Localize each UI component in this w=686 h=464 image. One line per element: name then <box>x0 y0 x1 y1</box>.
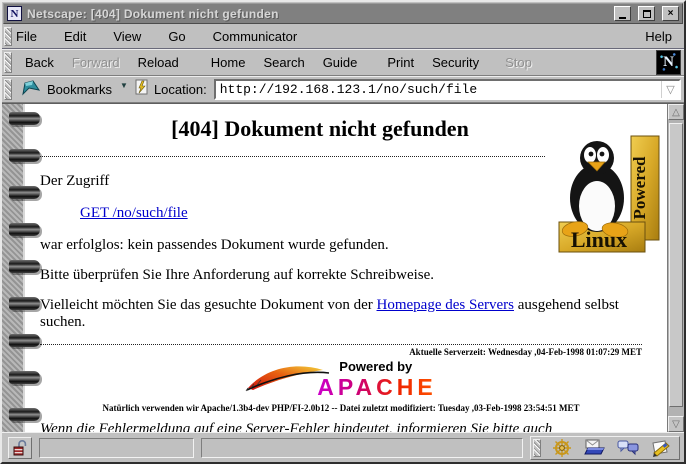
home-button[interactable]: Home <box>202 51 255 74</box>
url-field: ▽ <box>214 79 681 100</box>
maximize-icon <box>643 10 651 18</box>
open-lock-icon <box>13 440 27 456</box>
svg-text:Linux: Linux <box>571 227 627 252</box>
vertical-scrollbar[interactable]: △ ▽ <box>667 104 684 432</box>
menubar-grip[interactable] <box>4 27 12 46</box>
navigator-icon[interactable] <box>550 438 574 457</box>
menu-file[interactable]: File <box>16 26 37 47</box>
netscape-logo-icon[interactable]: N <box>656 50 681 75</box>
advice-text: Bitte überprüfen Sie Ihre Anforderung au… <box>40 267 667 284</box>
scrollbar-thumb[interactable] <box>669 123 683 407</box>
menu-go[interactable]: Go <box>168 26 185 47</box>
scrollbar-track[interactable] <box>669 121 683 415</box>
divider <box>40 156 545 157</box>
apache-wordmark: APACHE <box>317 374 436 401</box>
search-button[interactable]: Search <box>254 51 313 74</box>
server-time: Aktuelle Serverzeit: Wednesday ,04-Feb-1… <box>40 347 642 357</box>
page-proxy-icon[interactable] <box>134 79 149 100</box>
navigation-toolbar: Back Forward Reload Home Search Guide Pr… <box>2 49 684 76</box>
browser-viewport: [404] Dokument nicht gefunden Der Zugrif… <box>2 103 684 432</box>
netscape-window-icon: N <box>7 6 22 21</box>
reload-button[interactable]: Reload <box>129 51 188 74</box>
minimize-button[interactable] <box>614 6 631 21</box>
status-bar <box>2 432 684 462</box>
component-bar-grip[interactable] <box>533 439 541 457</box>
scroll-up-icon[interactable]: △ <box>668 104 684 120</box>
divider <box>40 344 642 345</box>
menu-communicator[interactable]: Communicator <box>213 26 298 47</box>
menu-edit[interactable]: Edit <box>64 26 86 47</box>
homepage-link[interactable]: Homepage des Servers <box>377 297 514 313</box>
bookmarks-dropdown-icon[interactable]: ▼ <box>120 81 128 90</box>
close-icon: × <box>668 8 674 19</box>
title-bar[interactable]: N Netscape: [404] Dokument nicht gefunde… <box>3 3 683 24</box>
mailbox-icon[interactable] <box>583 438 607 457</box>
print-button[interactable]: Print <box>378 51 423 74</box>
apache-powered-by: Powered by <box>339 359 436 374</box>
url-dropdown-icon[interactable]: ▽ <box>661 81 679 98</box>
location-grip[interactable] <box>4 79 12 100</box>
bookmarks-icon <box>20 79 42 101</box>
status-message-panel <box>201 438 523 458</box>
page-title: [404] Dokument nicht gefunden <box>40 116 600 142</box>
browser-window: N Netscape: [404] Dokument nicht gefunde… <box>0 0 686 464</box>
svg-text:Powered: Powered <box>630 156 649 219</box>
suggestion-text: Vielleicht möchten Sie das gesuchte Doku… <box>40 297 667 331</box>
minimize-icon <box>619 17 626 19</box>
security-button[interactable]: Security <box>423 51 488 74</box>
stop-button: Stop <box>496 51 541 74</box>
suggestion-before: Vielleicht möchten Sie das gesuchte Doku… <box>40 297 377 313</box>
guide-button[interactable]: Guide <box>314 51 367 74</box>
discussions-icon[interactable] <box>616 438 640 457</box>
toolbar-grip[interactable] <box>4 52 12 73</box>
scroll-down-icon[interactable]: ▽ <box>668 416 684 432</box>
server-version-text: Natürlich verwenden wir Apache/1.3b4-dev… <box>40 403 642 413</box>
menu-bar: File Edit View Go Communicator Help <box>2 25 684 49</box>
composer-icon[interactable] <box>649 438 673 457</box>
security-lock-button[interactable] <box>8 437 32 459</box>
bookmarks-button[interactable]: Bookmarks <box>47 82 112 97</box>
menu-help[interactable]: Help <box>645 26 672 47</box>
back-button[interactable]: Back <box>16 51 63 74</box>
forward-button: Forward <box>63 51 129 74</box>
location-toolbar: Bookmarks ▼ Location: ▽ <box>2 76 684 103</box>
apache-logo: Powered by APACHE <box>40 359 642 401</box>
close-button[interactable]: × <box>662 6 679 21</box>
webmaster-note: Wenn die Fehlermeldung auf eine Server-F… <box>40 419 660 432</box>
maximize-button[interactable] <box>638 6 655 21</box>
linux-powered-logo: Powered Linux <box>557 134 661 261</box>
request-link[interactable]: GET /no/such/file <box>80 205 188 221</box>
webmaster-note-before: Wenn die Fehlermeldung auf eine Server-F… <box>40 421 552 432</box>
window-title: Netscape: [404] Dokument nicht gefunden <box>27 7 609 21</box>
component-bar <box>530 436 680 460</box>
location-label: Location: <box>154 82 207 97</box>
progress-panel <box>39 438 194 458</box>
url-input[interactable] <box>216 81 661 98</box>
menu-view[interactable]: View <box>113 26 141 47</box>
